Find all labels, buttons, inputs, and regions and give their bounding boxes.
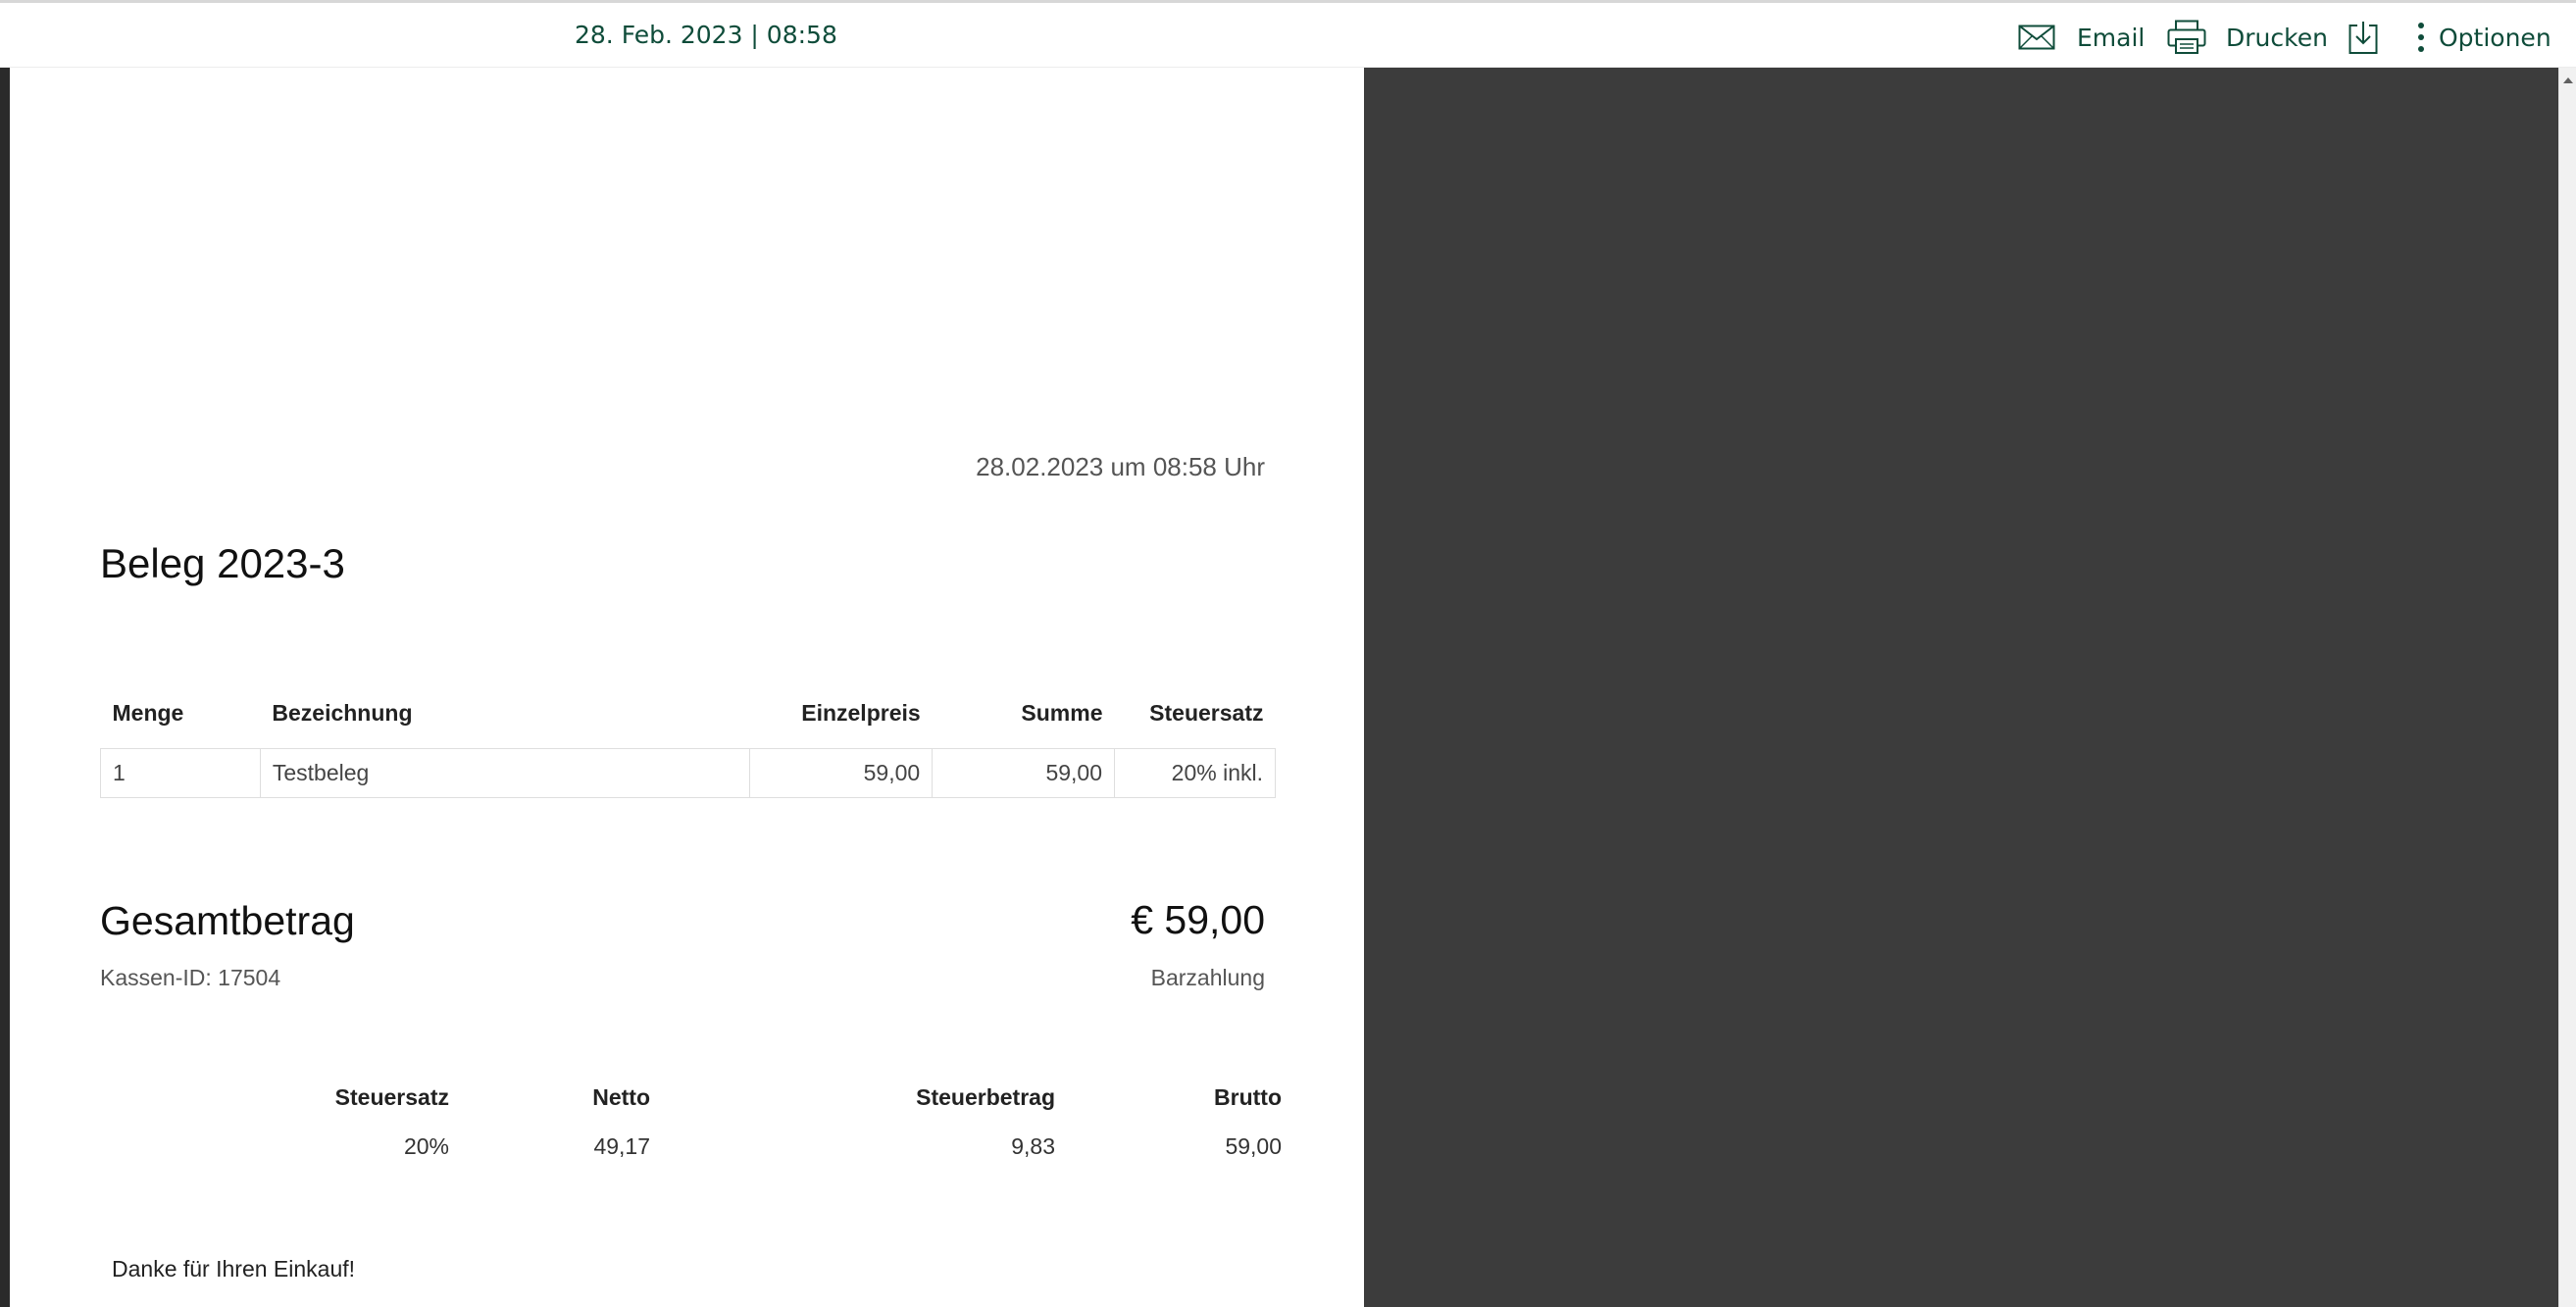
receipt-title: Beleg 2023-3 bbox=[100, 540, 345, 586]
total-label: Gesamtbetrag bbox=[100, 898, 355, 943]
receipt-datetime: 28.02.2023 um 08:58 Uhr bbox=[976, 452, 1265, 481]
thank-you-message: Danke für Ihren Einkauf! bbox=[112, 1256, 356, 1282]
email-button[interactable]: Email bbox=[2018, 18, 2145, 57]
tax-amount-value: 9,83 bbox=[1011, 1133, 1055, 1159]
toolbar: 28. Feb. 2023 | 08:58 Email Drucken Opti… bbox=[0, 0, 2576, 68]
item-description: Testbeleg bbox=[259, 747, 751, 798]
receipt-document: 28.02.2023 um 08:58 Uhr Beleg 2023-3 Men… bbox=[10, 68, 1364, 1307]
options-button[interactable]: Optionen bbox=[2417, 18, 2551, 57]
item-total: 59,00 bbox=[932, 747, 1116, 798]
payment-method: Barzahlung bbox=[1150, 965, 1265, 990]
item-quantity: 1 bbox=[100, 747, 261, 798]
items-table: Menge Bezeichnung Einzelpreis Summe Steu… bbox=[100, 679, 1276, 798]
item-tax-rate: 20% inkl. bbox=[1114, 747, 1276, 798]
tax-gross-value: 59,00 bbox=[1225, 1133, 1282, 1159]
more-vertical-icon bbox=[2417, 22, 2425, 53]
tax-header-rate: Steuersatz bbox=[334, 1084, 449, 1110]
column-header-unit-price: Einzelpreis bbox=[801, 700, 921, 727]
viewer-background bbox=[1364, 68, 2558, 1307]
vertical-scrollbar[interactable] bbox=[2558, 68, 2576, 1307]
table-row: 1 Testbeleg 59,00 59,00 20% inkl. bbox=[100, 747, 1276, 798]
left-edge-strip bbox=[0, 68, 10, 1307]
column-header-total: Summe bbox=[1021, 700, 1103, 727]
tax-net-value: 49,17 bbox=[593, 1133, 650, 1159]
options-label: Optionen bbox=[2439, 23, 2551, 52]
print-label: Drucken bbox=[2226, 23, 2328, 52]
item-unit-price: 59,00 bbox=[749, 747, 934, 798]
tax-rate-value: 20% bbox=[403, 1133, 449, 1159]
download-icon bbox=[2349, 20, 2378, 55]
column-header-description: Bezeichnung bbox=[272, 700, 413, 727]
email-label: Email bbox=[2077, 23, 2146, 52]
column-header-tax-rate: Steuersatz bbox=[1149, 700, 1264, 727]
print-button[interactable]: Drucken bbox=[2167, 18, 2328, 57]
receipt-date-header: 28. Feb. 2023 | 08:58 bbox=[575, 21, 837, 49]
total-value: € 59,00 bbox=[1131, 897, 1265, 942]
envelope-icon bbox=[2018, 25, 2055, 50]
tax-header-net: Netto bbox=[592, 1084, 650, 1110]
register-id: Kassen-ID: 17504 bbox=[100, 965, 281, 990]
column-header-quantity: Menge bbox=[112, 700, 184, 727]
printer-icon bbox=[2167, 20, 2206, 55]
download-button[interactable] bbox=[2349, 18, 2378, 57]
items-header-row: Menge Bezeichnung Einzelpreis Summe Steu… bbox=[101, 679, 1276, 748]
scroll-up-arrow-icon[interactable] bbox=[2563, 77, 2573, 83]
tax-header-tax-amount: Steuerbetrag bbox=[916, 1084, 1055, 1110]
tax-header-gross: Brutto bbox=[1214, 1084, 1282, 1110]
